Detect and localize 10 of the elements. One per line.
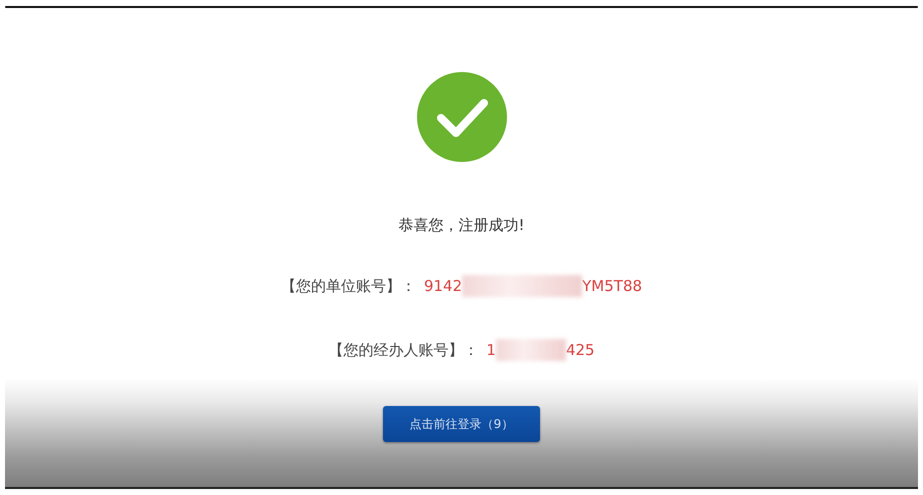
success-check-icon bbox=[416, 72, 506, 162]
account-label: 【您的单位账号】： bbox=[280, 276, 416, 296]
account-label: 【您的经办人账号】： bbox=[328, 340, 478, 360]
account-number-start: 1 bbox=[486, 341, 496, 359]
success-message: 恭喜您，注册成功! bbox=[398, 216, 524, 235]
account-number-end: YM5T88 bbox=[582, 277, 642, 295]
account-number-start: 9142 bbox=[424, 277, 462, 295]
login-button[interactable]: 点击前往登录（9） bbox=[383, 406, 540, 442]
redaction-blur bbox=[496, 339, 566, 361]
account-number-end: 425 bbox=[566, 341, 595, 359]
